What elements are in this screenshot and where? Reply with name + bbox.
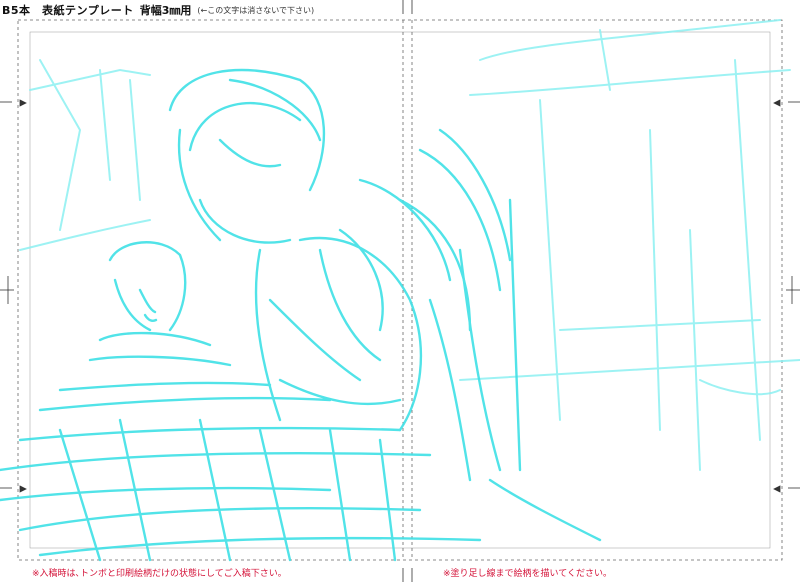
cover-canvas: [0, 0, 800, 582]
submission-note: ※入稿時は､トンボと印刷絵柄だけの状態にしてご入稿下さい｡: [32, 569, 283, 579]
sketch-artwork: [0, 19, 800, 562]
crop-marks: [0, 0, 800, 582]
bleed-note: ※塗り足し線まで絵柄を描いてください｡: [443, 569, 608, 579]
